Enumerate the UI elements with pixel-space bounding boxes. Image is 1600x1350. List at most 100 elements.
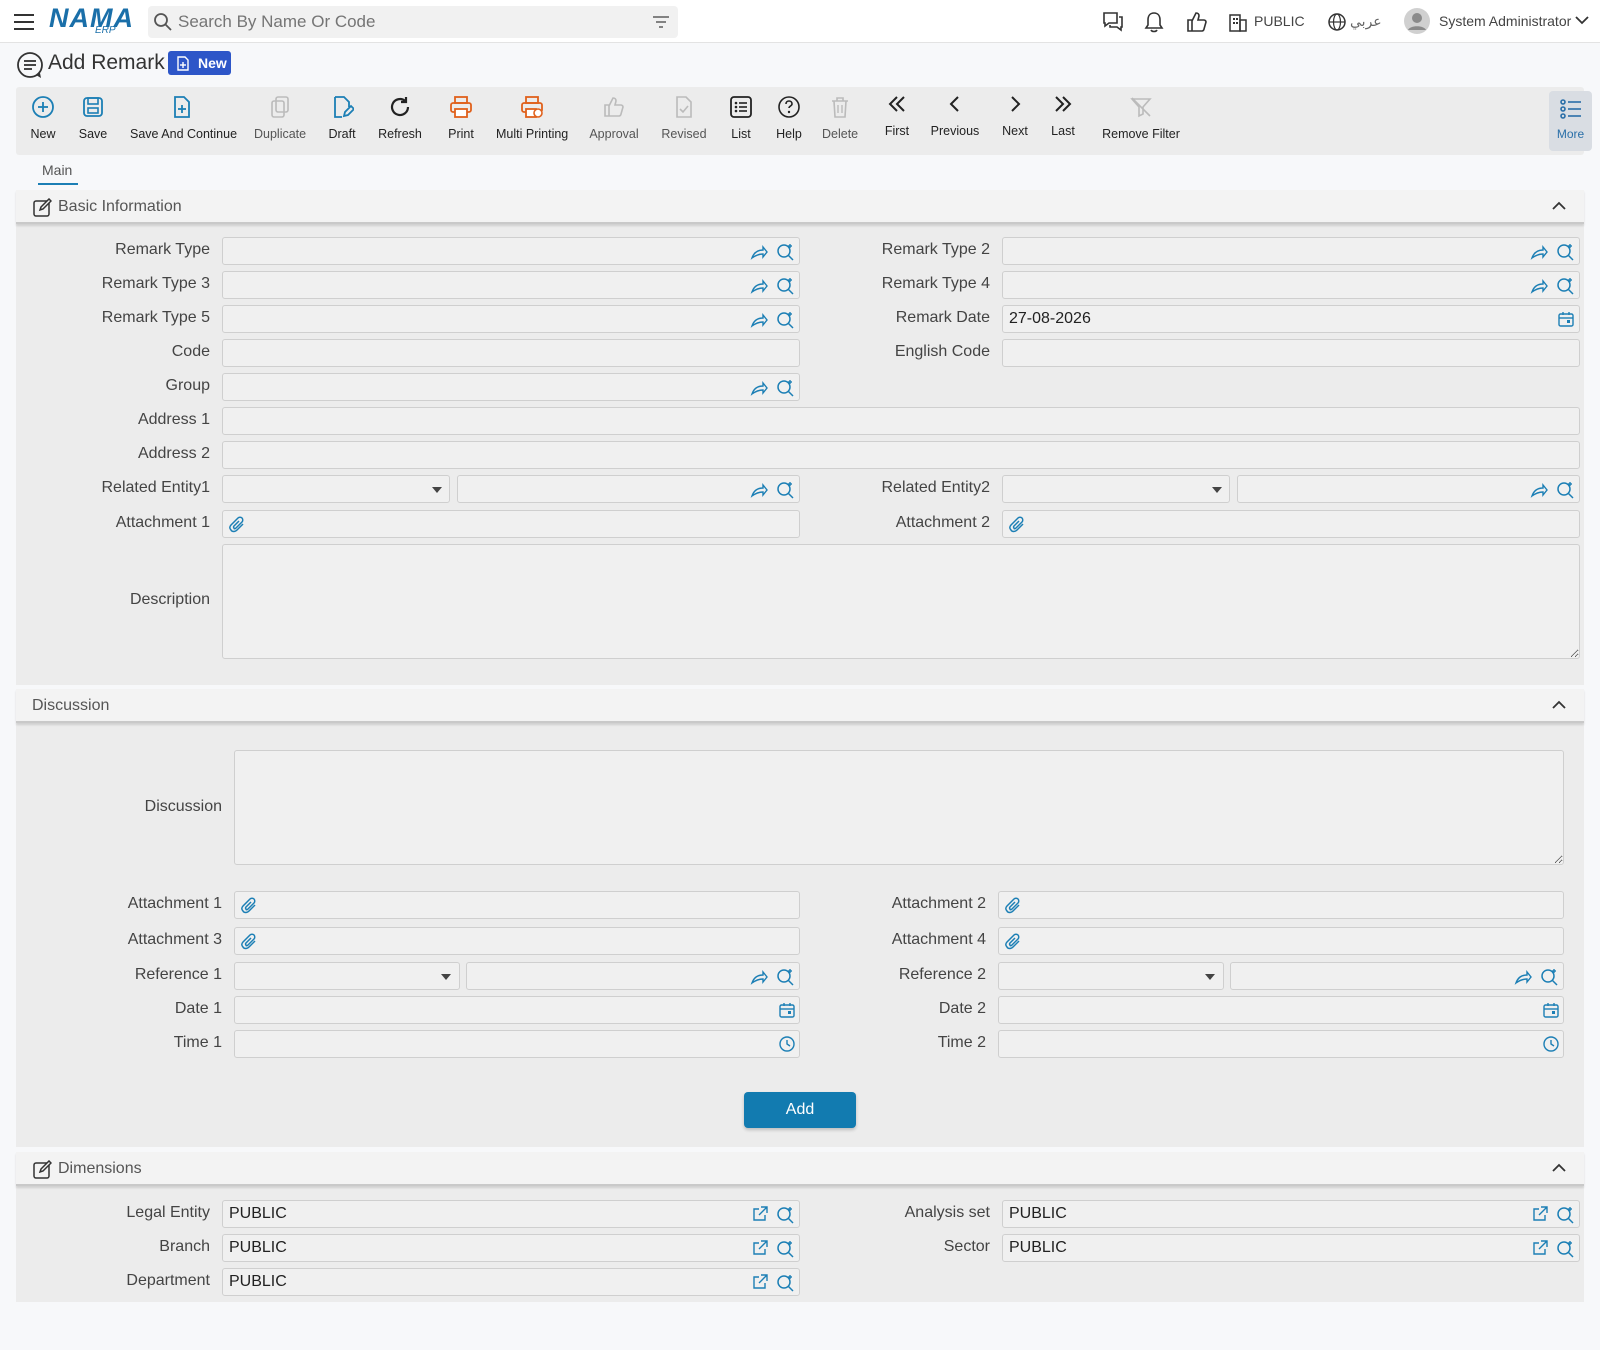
new-button[interactable]: New: [28, 87, 58, 155]
forward-icon[interactable]: [1530, 243, 1548, 261]
related-entity1-field[interactable]: [457, 475, 800, 503]
search-plus-icon[interactable]: [1556, 243, 1574, 261]
first-button[interactable]: First: [882, 84, 912, 152]
search-plus-icon[interactable]: [776, 481, 794, 499]
print-button[interactable]: Print: [444, 87, 478, 155]
language-switch[interactable]: عربي: [1350, 13, 1382, 30]
draft-button[interactable]: Draft: [326, 87, 358, 155]
english-code-field[interactable]: [1002, 339, 1580, 367]
remark-type3-field[interactable]: [222, 271, 800, 299]
external-link-icon[interactable]: [1532, 1240, 1548, 1256]
calendar-icon[interactable]: [779, 1002, 795, 1018]
chevron-down-icon[interactable]: [1575, 15, 1589, 25]
related-entity1-type-select[interactable]: [222, 475, 450, 503]
save-button[interactable]: Save: [76, 87, 110, 155]
paperclip-icon[interactable]: [1005, 896, 1023, 916]
date2-field[interactable]: [998, 996, 1564, 1024]
search-plus-icon[interactable]: [776, 379, 794, 397]
address1-field[interactable]: [222, 407, 1580, 435]
forward-icon[interactable]: [750, 379, 768, 397]
external-link-icon[interactable]: [752, 1206, 768, 1222]
forward-icon[interactable]: [750, 968, 768, 986]
forward-icon[interactable]: [750, 277, 768, 295]
next-button[interactable]: Next: [1000, 84, 1030, 152]
attachment1-field[interactable]: [222, 510, 800, 538]
paperclip-icon[interactable]: [241, 896, 259, 916]
disc-attachment3-field[interactable]: [234, 927, 800, 955]
tab-main[interactable]: Main: [42, 162, 72, 178]
previous-button[interactable]: Previous: [930, 84, 980, 152]
forward-icon[interactable]: [750, 311, 768, 329]
time1-field[interactable]: [234, 1030, 800, 1058]
date1-field[interactable]: [234, 996, 800, 1024]
list-button[interactable]: List: [728, 87, 754, 155]
app-logo[interactable]: NAMA: [49, 3, 134, 34]
search-plus-icon[interactable]: [1556, 481, 1574, 499]
chevron-up-icon[interactable]: [1552, 1163, 1566, 1173]
remark-type4-field[interactable]: [1002, 271, 1580, 299]
more-button[interactable]: More: [1549, 91, 1592, 151]
add-discussion-button[interactable]: Add: [744, 1092, 856, 1128]
company-selector[interactable]: PUBLIC: [1254, 13, 1305, 29]
clock-icon[interactable]: [1543, 1036, 1559, 1052]
reference2-type-select[interactable]: [998, 962, 1224, 990]
reference1-field[interactable]: [466, 962, 800, 990]
group-field[interactable]: [222, 373, 800, 401]
paperclip-icon[interactable]: [229, 515, 247, 535]
external-link-icon[interactable]: [752, 1274, 768, 1290]
analysis-set-field[interactable]: PUBLIC: [1002, 1200, 1580, 1228]
address2-field[interactable]: [222, 441, 1580, 469]
dimensions-header[interactable]: Dimensions: [16, 1152, 1584, 1186]
search-plus-icon[interactable]: [776, 243, 794, 261]
paperclip-icon[interactable]: [1005, 932, 1023, 952]
search-plus-icon[interactable]: [776, 311, 794, 329]
search-plus-icon[interactable]: [1556, 277, 1574, 295]
calendar-icon[interactable]: [1558, 311, 1574, 327]
time2-field[interactable]: [998, 1030, 1564, 1058]
search-plus-icon[interactable]: [776, 277, 794, 295]
bell-icon[interactable]: [1143, 10, 1165, 34]
calendar-icon[interactable]: [1543, 1002, 1559, 1018]
global-search[interactable]: [148, 6, 678, 38]
basic-info-header[interactable]: Basic Information: [16, 190, 1584, 224]
forward-icon[interactable]: [1514, 968, 1532, 986]
department-field[interactable]: PUBLIC: [222, 1268, 800, 1296]
search-plus-icon[interactable]: [776, 968, 794, 986]
external-link-icon[interactable]: [752, 1240, 768, 1256]
disc-attachment4-field[interactable]: [998, 927, 1564, 955]
related-entity2-field[interactable]: [1237, 475, 1580, 503]
remove-filter-button[interactable]: Remove Filter: [1096, 87, 1186, 155]
branch-field[interactable]: PUBLIC: [222, 1234, 800, 1262]
related-entity2-type-select[interactable]: [1002, 475, 1230, 503]
disc-attachment2-field[interactable]: [998, 891, 1564, 919]
filter-icon[interactable]: [652, 14, 670, 30]
description-textarea[interactable]: [222, 544, 1580, 659]
search-plus-icon[interactable]: [1540, 968, 1558, 986]
reference2-field[interactable]: [1230, 962, 1564, 990]
like-icon[interactable]: [1185, 10, 1209, 34]
multi-printing-button[interactable]: Multi Printing: [496, 87, 568, 155]
sector-field[interactable]: PUBLIC: [1002, 1234, 1580, 1262]
user-icon[interactable]: [1403, 7, 1431, 35]
search-plus-icon[interactable]: [776, 1274, 794, 1292]
remark-type-field[interactable]: [222, 237, 800, 265]
duplicate-button[interactable]: Duplicate: [254, 87, 306, 155]
clock-icon[interactable]: [779, 1036, 795, 1052]
forward-icon[interactable]: [1530, 481, 1548, 499]
save-continue-button[interactable]: Save And Continue: [130, 87, 237, 155]
attachment2-field[interactable]: [1002, 510, 1580, 538]
last-button[interactable]: Last: [1048, 84, 1078, 152]
code-field[interactable]: [222, 339, 800, 367]
refresh-button[interactable]: Refresh: [378, 87, 422, 155]
user-name[interactable]: System Administrator: [1439, 13, 1571, 29]
revised-button[interactable]: Revised: [660, 87, 708, 155]
search-plus-icon[interactable]: [1556, 1206, 1574, 1224]
external-link-icon[interactable]: [1532, 1206, 1548, 1222]
forward-icon[interactable]: [750, 243, 768, 261]
paperclip-icon[interactable]: [1009, 515, 1027, 535]
help-button[interactable]: Help: [774, 87, 804, 155]
disc-attachment1-field[interactable]: [234, 891, 800, 919]
approval-button[interactable]: Approval: [588, 87, 640, 155]
search-plus-icon[interactable]: [776, 1206, 794, 1224]
forward-icon[interactable]: [750, 481, 768, 499]
